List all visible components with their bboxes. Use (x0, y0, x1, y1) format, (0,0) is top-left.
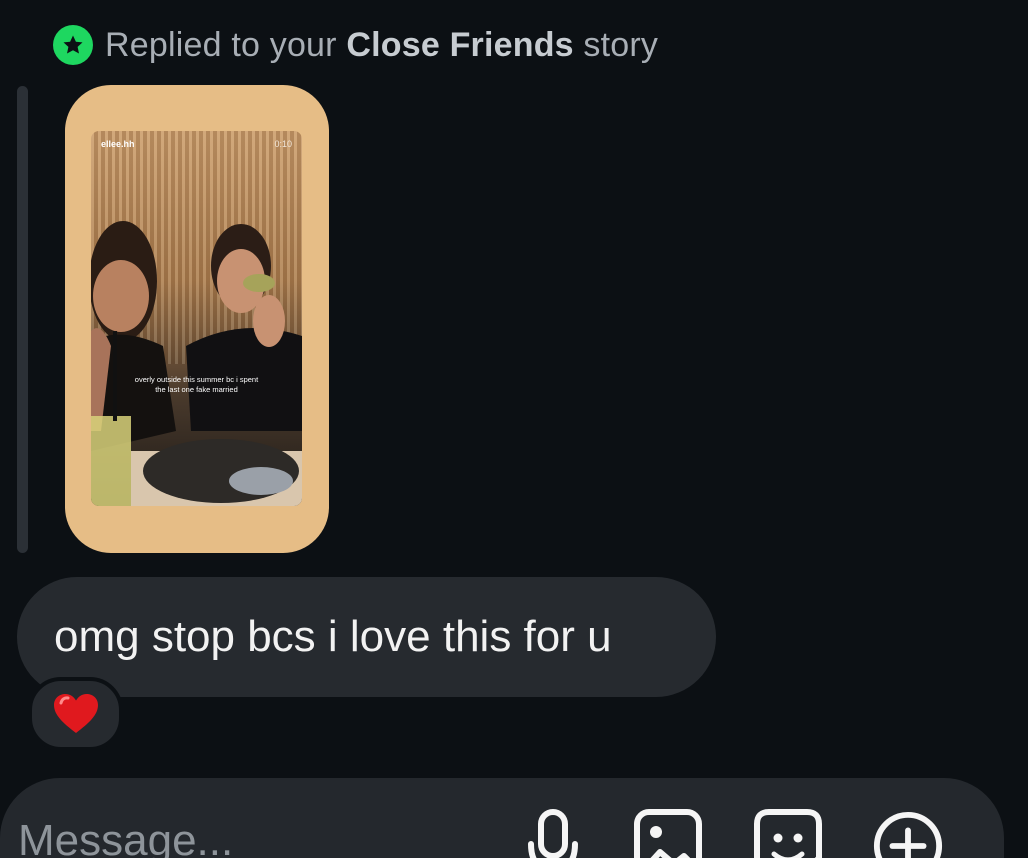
message-composer (0, 778, 1004, 858)
heart-emoji-icon (53, 694, 98, 733)
story-thumbnail[interactable]: ellee.hh 0:10 overly outside this summer… (91, 131, 302, 506)
reply-context-header: Replied to your Close Friends story (53, 24, 658, 66)
reply-context-text: Replied to your Close Friends story (105, 26, 658, 65)
more-options-button[interactable] (872, 806, 944, 858)
plus-icon (873, 811, 943, 858)
story-username: ellee.hh (101, 139, 135, 149)
story-timestamp: 0:10 (274, 139, 292, 149)
reply-prefix: Replied to your (105, 25, 347, 64)
microphone-icon (528, 809, 578, 858)
close-friends-star-icon (53, 25, 93, 65)
reply-suffix: story (573, 25, 659, 64)
close-friends-label: Close Friends (346, 25, 574, 64)
gallery-button[interactable] (632, 806, 704, 858)
microphone-button[interactable] (517, 806, 589, 858)
message-bubble[interactable]: omg stop bcs i love this for u (17, 577, 716, 697)
sticker-button[interactable] (752, 806, 824, 858)
sticker-icon (754, 809, 822, 858)
message-input[interactable] (18, 816, 478, 858)
reply-quote-bar (17, 86, 28, 553)
story-photo (91, 221, 302, 506)
message-reaction[interactable] (28, 677, 123, 751)
message-text: omg stop bcs i love this for u (54, 612, 612, 661)
dm-thread: Replied to your Close Friends story elle… (0, 0, 1028, 858)
story-caption: overly outside this summer bc i spent th… (134, 375, 259, 394)
story-preview-card[interactable]: ellee.hh 0:10 overly outside this summer… (65, 85, 329, 553)
gallery-icon (634, 809, 702, 858)
